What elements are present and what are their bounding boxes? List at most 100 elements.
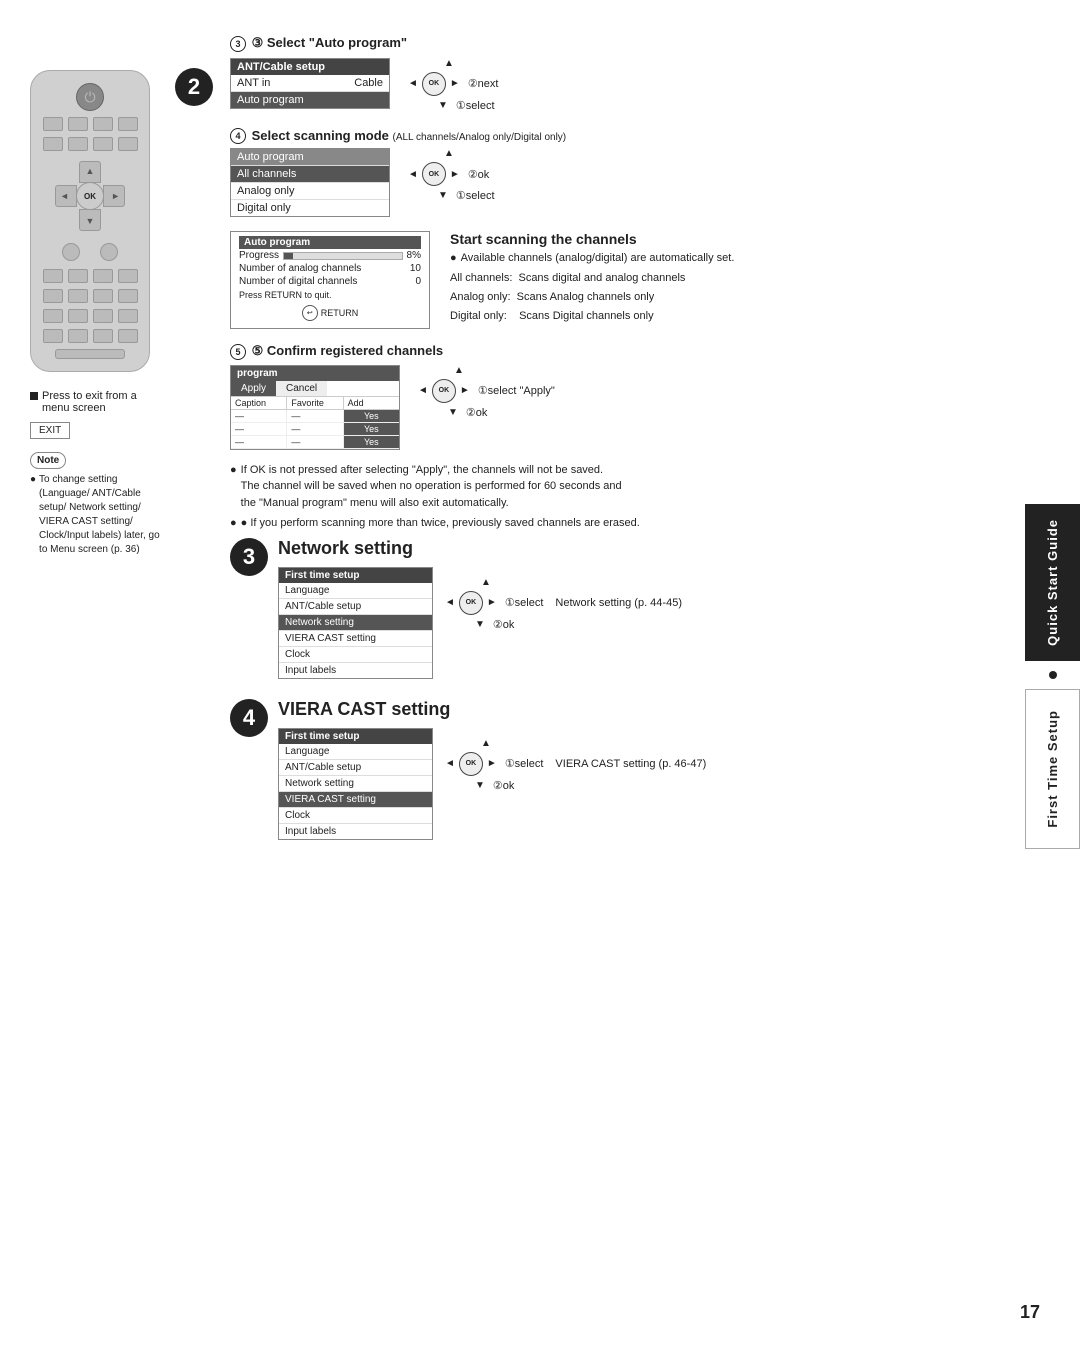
scan-mode-menu-box: Auto program All channels Analog only Di…	[230, 148, 390, 217]
press-exit-section: Press to exit from a menu screen EXIT No…	[30, 390, 160, 557]
apply-btn: Apply	[231, 381, 276, 396]
analog-channels-row: Number of analog channels 10	[239, 262, 421, 275]
remote-btn-20	[118, 309, 138, 323]
remote-mid-btns5	[43, 329, 138, 343]
remote-power-btn: ⏻	[76, 83, 104, 111]
ok-diagram-2: ▲ ◄ OK ► ②ok ▼ ①select	[408, 148, 495, 202]
exit-button: EXIT	[30, 422, 70, 439]
remote-btn-17	[43, 309, 63, 323]
remote-btn-22	[68, 329, 88, 343]
remote-btn-8	[118, 137, 138, 151]
down-row-5: ▼ ②ok	[418, 406, 487, 419]
down-arrow-2: ▼	[438, 190, 448, 201]
digital-channels-label: Number of digital channels	[239, 276, 357, 287]
vfts-viera-cast: VIERA CAST setting	[279, 792, 432, 808]
press-return-label: Press RETURN to quit.	[239, 290, 332, 300]
up-arrow-top: ▲	[444, 58, 454, 69]
return-btn-row: ↩ RETURN	[239, 305, 421, 321]
ok-diagram-4: ▲ ◄ OK ► ①select ▼ ②ok	[445, 738, 543, 792]
press-exit-bullet	[30, 392, 38, 400]
remote-btn-9	[43, 269, 63, 283]
progress-bar-fill	[284, 253, 293, 259]
prog-row-2: — — Yes	[231, 423, 399, 436]
note2-row: ● ● If you perform scanning more than tw…	[230, 515, 1015, 532]
digital-channels-val: 0	[415, 276, 421, 287]
fts-language: Language	[279, 583, 432, 599]
exit-btn-container: EXIT	[30, 419, 160, 442]
note-label: Note	[30, 452, 66, 469]
prog-r2-caption: —	[231, 423, 287, 435]
dpad-up: ▲	[79, 161, 101, 183]
prog-r1-add: Yes	[344, 410, 399, 422]
note-box: Note ● To change setting (Language/ ANT/…	[30, 452, 160, 557]
ok-label-3: ②ok	[493, 618, 514, 631]
prog-r1-fav: —	[287, 410, 343, 422]
dpad-left: ◄	[55, 185, 77, 207]
fts-ant-cable: ANT/Cable setup	[279, 599, 432, 615]
vfts-ant-cable: ANT/Cable setup	[279, 760, 432, 776]
remote-btn-19	[93, 309, 113, 323]
program-table: program Apply Cancel Caption Favorite Ad…	[230, 365, 400, 450]
ok-label-5: ②ok	[466, 406, 487, 419]
step2-content: 3 ③ Select "Auto program" ANT/Cable setu…	[230, 35, 1015, 860]
remote-dpad: ▲ ▼ ◄ ► OK	[55, 161, 125, 231]
scan-progress-box: Auto program Progress 8% Number of analo…	[230, 231, 430, 329]
left-arrow-2: ◄	[408, 169, 418, 180]
network-row: First time setup Language ANT/Cable setu…	[278, 567, 1015, 679]
auto-program-row: ANT/Cable setup ANT in Cable Auto progra…	[230, 58, 1015, 112]
scan-all-channels-label: All channels	[237, 168, 296, 180]
scan-digital-only-label: Digital only	[237, 202, 291, 214]
progress-pct: 8%	[407, 250, 421, 261]
prog-r3-caption: —	[231, 436, 287, 448]
remote-mid-btns2	[43, 269, 138, 283]
program-col-headers: Caption Favorite Add	[231, 397, 399, 410]
press-exit-text-row: Press to exit from a menu screen	[30, 390, 160, 414]
step4-circle-icon: 4	[230, 128, 246, 144]
confirm-title: 5 ⑤ Confirm registered channels	[230, 343, 1015, 360]
right-arrow-5: ►	[460, 385, 470, 396]
fts-viera-cast: VIERA CAST setting	[279, 631, 432, 647]
network-setting-title: Network setting	[278, 538, 1015, 559]
select-auto-program-section: 3 ③ Select "Auto program" ANT/Cable setu…	[230, 35, 1015, 112]
prog-r2-fav: —	[287, 423, 343, 435]
remote-mid-btns1	[43, 137, 138, 151]
remote-btn-10	[68, 269, 88, 283]
remote-circle-1	[62, 243, 80, 261]
add-col-header: Add	[344, 397, 399, 409]
scan-analog-info: Analog only: Scans Analog channels only	[450, 288, 734, 307]
scan-digital-info: Digital only: Scans Digital channels onl…	[450, 307, 734, 326]
right-arrow-1: ►	[450, 78, 460, 89]
step2-circle: 2	[175, 68, 213, 106]
remote-btn-21	[43, 329, 63, 343]
prog-r2-add: Yes	[344, 423, 399, 435]
scan-all-info: All channels: Scans digital and analog c…	[450, 269, 734, 288]
analog-channels-label: Number of analog channels	[239, 263, 361, 274]
up-arrow-5: ▲	[454, 365, 464, 376]
down-arrow-5: ▼	[448, 407, 458, 418]
caption-col-header: Caption	[231, 397, 287, 409]
prog-r1-caption: —	[231, 410, 287, 422]
network-fts-header: First time setup	[279, 568, 432, 583]
scan-info-list: All channels: Scans digital and analog c…	[450, 269, 734, 325]
main-area: ⏻ ▲ ▼	[0, 0, 1025, 1353]
step4-circle: 4	[230, 699, 268, 737]
remote-mid-btns3	[43, 289, 138, 303]
remote-btn-11	[93, 269, 113, 283]
down-row-3: ▼ ②ok	[445, 618, 514, 631]
ok-row-3: ◄ OK ► ①select	[445, 591, 543, 615]
scan-mode-subtitle: (ALL channels/Analog only/Digital only)	[393, 132, 567, 143]
up-arrow-3: ▲	[481, 577, 491, 588]
return-btn-label: RETURN	[321, 308, 359, 318]
progress-label: Progress	[239, 250, 279, 261]
note-text: ● To change setting (Language/ ANT/Cable…	[30, 473, 160, 557]
step2-number: 2	[175, 68, 213, 106]
notes-section: ● If OK is not pressed after selecting "…	[230, 462, 1015, 532]
select-label-2: ①select	[456, 189, 495, 202]
ant-cable-menu: ANT/Cable setup ANT in Cable Auto progra…	[230, 58, 390, 109]
down-arrow-1: ▼	[438, 100, 448, 111]
digital-channels-row: Number of digital channels 0	[239, 275, 421, 288]
vfts-input-labels: Input labels	[279, 824, 432, 839]
return-icon: ↩	[302, 305, 318, 321]
dpad-ok-label: OK	[84, 192, 96, 201]
ok-btn-4: OK	[459, 752, 483, 776]
